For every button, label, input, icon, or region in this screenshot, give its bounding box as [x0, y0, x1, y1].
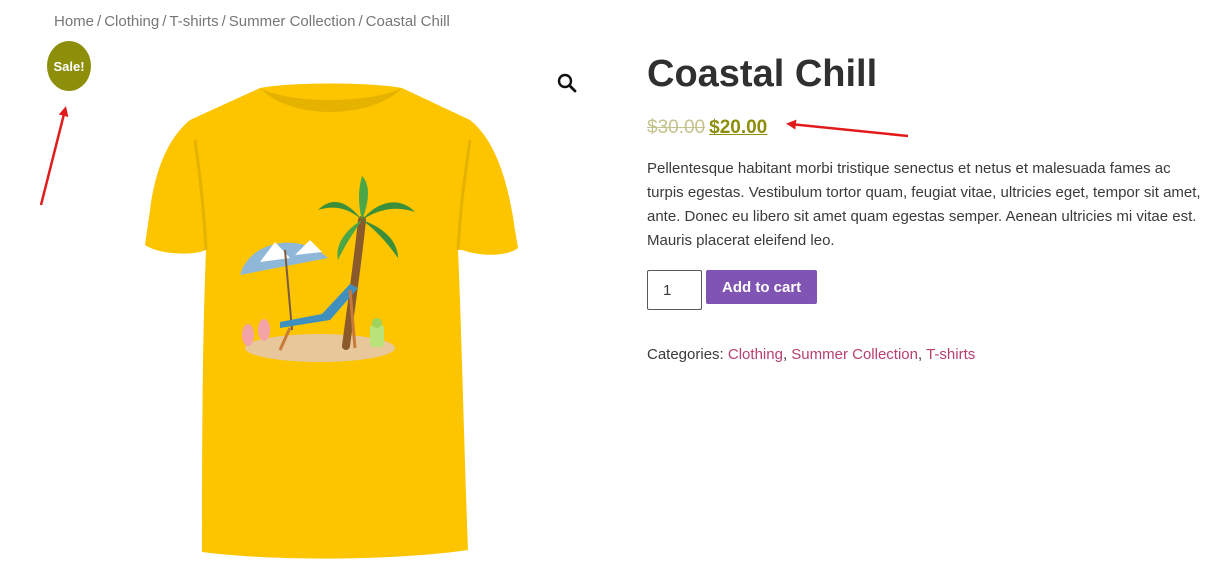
product-image[interactable] [140, 80, 520, 565]
magnifier-icon[interactable] [556, 72, 578, 94]
breadcrumb-home[interactable]: Home [54, 13, 94, 30]
annotation-arrow [39, 106, 69, 206]
price: $30.00 $20.00 [647, 116, 1203, 140]
breadcrumb-summer-collection[interactable]: Summer Collection [229, 13, 356, 30]
product-categories: Categories: Clothing, Summer Collection,… [647, 346, 976, 363]
add-to-cart-button[interactable]: Add to cart [706, 270, 818, 304]
add-to-cart-form: Add to cart [647, 270, 1203, 310]
breadcrumb-clothing[interactable]: Clothing [104, 13, 159, 30]
product-title: Coastal Chill [647, 53, 878, 95]
breadcrumb: Home / Clothing / T-shirts / Summer Collection… [54, 13, 450, 30]
breadcrumb-current: Coastal Chill [365, 13, 450, 30]
breadcrumb-separator: / [162, 13, 167, 30]
breadcrumb-separator: / [221, 13, 226, 30]
regular-price: $30.00 [647, 117, 706, 138]
sale-badge: Sale! [47, 41, 91, 91]
breadcrumb-separator: / [358, 13, 363, 30]
sale-price: $20.00 [709, 117, 768, 138]
tshirt-shape [145, 83, 518, 559]
quantity-input[interactable] [647, 270, 702, 310]
product-summary: Coastal Chill $30.00 $20.00 Pellentesque … [647, 50, 1203, 363]
product-page: Home / Clothing / T-shirts / Summer Collection… [0, 0, 1223, 583]
categories-label: Categories: [647, 346, 724, 363]
category-link-tshirts[interactable]: T-shirts [926, 346, 975, 363]
category-link-summer-collection[interactable]: Summer Collection [791, 346, 918, 363]
product-description: Pellentesque habitant morbi tristique se… [647, 160, 1201, 249]
breadcrumb-separator: / [97, 13, 102, 30]
category-link-clothing[interactable]: Clothing [728, 346, 783, 363]
breadcrumb-tshirts[interactable]: T-shirts [169, 13, 218, 30]
